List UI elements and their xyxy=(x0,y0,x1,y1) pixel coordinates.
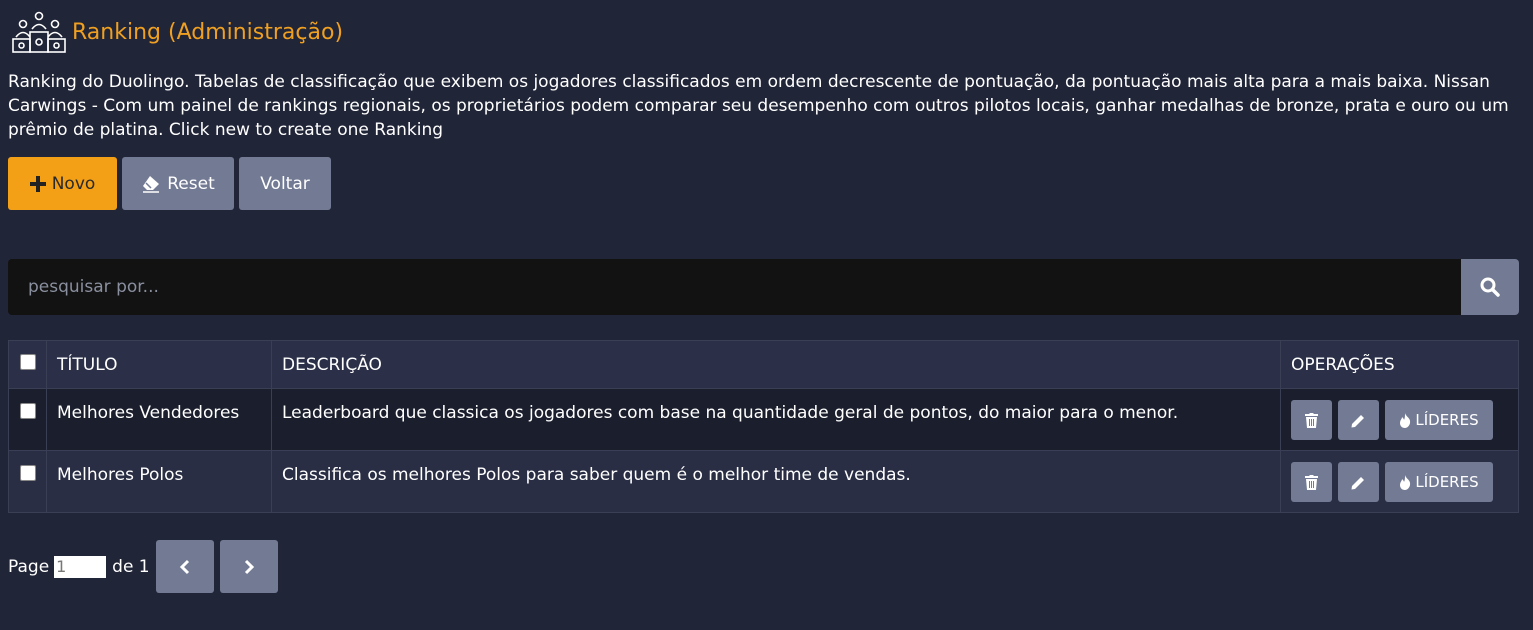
select-all-cell xyxy=(8,340,47,389)
new-button[interactable]: Novo xyxy=(8,157,117,210)
fire-icon xyxy=(1400,474,1411,490)
pencil-icon xyxy=(1351,414,1364,427)
column-description[interactable]: DESCRIÇÃO xyxy=(271,340,1281,389)
eraser-icon xyxy=(143,175,160,193)
page-number-input[interactable] xyxy=(54,555,107,578)
search-bar xyxy=(8,259,1519,315)
select-all-checkbox[interactable] xyxy=(20,354,36,370)
pencil-icon xyxy=(1351,476,1364,489)
delete-button[interactable] xyxy=(1291,462,1332,502)
prev-page-button[interactable] xyxy=(155,540,214,593)
edit-button[interactable] xyxy=(1338,400,1379,440)
table-row: Melhores Vendedores Leaderboard que clas… xyxy=(8,388,1519,451)
chevron-right-icon xyxy=(244,559,254,574)
row-operations: LÍDERES xyxy=(1280,450,1519,513)
row-title: Melhores Vendedores xyxy=(46,388,272,451)
reset-button-label: Reset xyxy=(167,173,215,194)
row-description: Leaderboard que classica os jogadores co… xyxy=(271,388,1281,451)
next-page-button[interactable] xyxy=(219,540,278,593)
search-input[interactable] xyxy=(8,259,1461,315)
trash-icon xyxy=(1305,412,1318,428)
pagination: Page de 1 xyxy=(8,540,278,593)
row-description: Classifica os melhores Polos para saber … xyxy=(271,450,1281,513)
podium-users-icon xyxy=(12,11,66,53)
chevron-left-icon xyxy=(179,559,189,574)
row-checkbox[interactable] xyxy=(20,403,36,419)
new-button-label: Novo xyxy=(51,173,96,194)
page-title: Ranking (Administração) xyxy=(72,19,344,45)
row-select-cell xyxy=(8,450,47,513)
delete-button[interactable] xyxy=(1291,400,1332,440)
row-checkbox[interactable] xyxy=(20,465,36,481)
back-button[interactable]: Voltar xyxy=(239,157,331,210)
leaders-button-label: LÍDERES xyxy=(1415,473,1479,491)
search-icon xyxy=(1480,277,1500,297)
row-select-cell xyxy=(8,388,47,451)
column-operations: OPERAÇÕES xyxy=(1280,340,1519,389)
page-label: Page xyxy=(8,556,50,577)
leaders-button[interactable]: LÍDERES xyxy=(1385,462,1493,502)
column-title[interactable]: TÍTULO xyxy=(46,340,272,389)
edit-button[interactable] xyxy=(1338,462,1379,502)
leaders-button-label: LÍDERES xyxy=(1415,411,1479,429)
table-row: Melhores Polos Classifica os melhores Po… xyxy=(8,450,1519,513)
row-operations: LÍDERES xyxy=(1280,388,1519,451)
search-button[interactable] xyxy=(1461,259,1519,315)
fire-icon xyxy=(1400,412,1411,428)
row-title: Melhores Polos xyxy=(46,450,272,513)
table-header-row: TÍTULO DESCRIÇÃO OPERAÇÕES xyxy=(8,340,1519,389)
ranking-table: TÍTULO DESCRIÇÃO OPERAÇÕES Melhores Vend… xyxy=(8,340,1519,513)
plus-icon xyxy=(29,175,46,192)
page-header: Ranking (Administração) xyxy=(10,10,343,54)
page-description: Ranking do Duolingo. Tabelas de classifi… xyxy=(8,72,1509,140)
trash-icon xyxy=(1305,474,1318,490)
reset-button[interactable]: Reset xyxy=(122,157,234,210)
toolbar: Novo Reset Voltar xyxy=(8,157,331,210)
back-button-label: Voltar xyxy=(260,173,310,194)
page-total: de 1 xyxy=(112,556,150,577)
leaders-button[interactable]: LÍDERES xyxy=(1385,400,1493,440)
